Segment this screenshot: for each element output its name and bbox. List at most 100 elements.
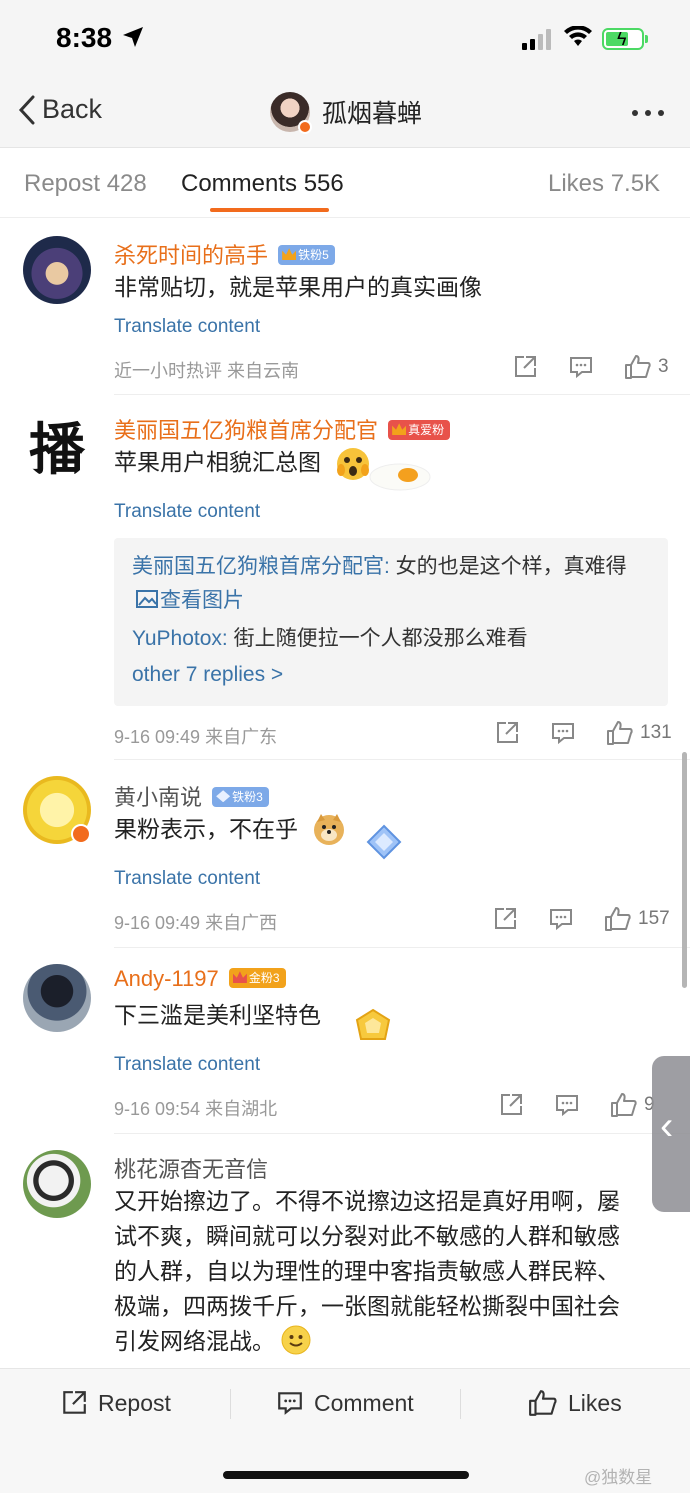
share-icon[interactable] <box>494 720 520 746</box>
comment-text: 又开始擦边了。不得不说擦边这招是真好用啊，屡 试不爽，瞬间就可以分裂对此不敏感的… <box>114 1184 670 1359</box>
repost-icon <box>63 1391 86 1414</box>
comment-username[interactable]: 杀死时间的高手 铁粉5 <box>114 238 335 270</box>
like-count: 157 <box>638 908 670 929</box>
nav-title[interactable]: 孤烟暮蝉 <box>270 92 422 134</box>
divider <box>230 1389 231 1419</box>
reply-text: 街上随便拉一个人都没那么难看 <box>233 627 528 650</box>
location-arrow-icon <box>123 27 143 47</box>
comment-text-line: 的人群，自以为理性的理中客指责敏感人群民粹、 <box>114 1258 620 1284</box>
comment-meta: 9-16 09:54 来自湖北 <box>114 1099 278 1119</box>
avatar <box>270 92 312 134</box>
avatar[interactable] <box>23 776 91 844</box>
repost-button[interactable]: Repost <box>60 1389 171 1417</box>
watermark: @独数星 <box>584 1468 653 1487</box>
cellular-signal-icon <box>522 28 551 50</box>
avatar[interactable] <box>23 1150 91 1218</box>
likes-button[interactable]: Likes <box>528 1389 622 1417</box>
comment-icon[interactable] <box>550 720 576 746</box>
chevron-left-icon: ‹ <box>660 1104 674 1148</box>
more-icon[interactable] <box>632 110 664 116</box>
divider <box>460 1389 461 1419</box>
tab-comments[interactable]: Comments 556 <box>181 170 344 198</box>
share-icon[interactable] <box>512 354 538 380</box>
translate-link[interactable]: Translate content <box>114 868 260 890</box>
like-button[interactable]: 3 <box>624 354 669 380</box>
comment-username[interactable]: Andy-1197 金粉3 <box>114 966 286 992</box>
comment-actions: 9 <box>498 1092 655 1118</box>
like-button[interactable]: 131 <box>606 720 672 746</box>
diamond-sticker-icon <box>366 824 402 860</box>
gold-medal-sticker-icon <box>355 1008 391 1040</box>
tab-repost[interactable]: Repost 428 <box>24 170 147 198</box>
crown-icon <box>392 423 407 436</box>
fan-badge: 金粉3 <box>228 968 286 989</box>
reply-username[interactable]: YuPhotox <box>132 627 222 650</box>
username-text: 黄小南说 <box>114 785 203 810</box>
scroll-indicator[interactable] <box>682 752 687 988</box>
avatar-character: 播 <box>29 416 85 480</box>
translate-link[interactable]: Translate content <box>114 1054 260 1076</box>
fan-badge-label: 真爱粉 <box>408 423 445 438</box>
avatar[interactable] <box>23 964 91 1032</box>
status-time: 8:38 <box>56 22 113 53</box>
comment-label: Comment <box>314 1389 414 1416</box>
thumbs-up-icon <box>607 721 633 745</box>
comment-icon[interactable] <box>568 354 594 380</box>
active-tab-indicator <box>210 208 329 212</box>
translate-link[interactable]: Translate content <box>114 316 260 338</box>
more-replies-link[interactable]: other 7 replies > <box>132 663 283 687</box>
fan-badge: 真爱粉 <box>388 420 451 441</box>
comment-item: 黄小南说 铁粉3 果粉表示，不在乎 Translate content 9-16… <box>0 762 690 948</box>
like-count: 3 <box>658 356 669 377</box>
avatar[interactable]: 播 <box>23 411 91 479</box>
comment-actions: 131 <box>494 720 672 746</box>
comment-item: 桃花源杳无音信 又开始擦边了。不得不说擦边这招是真好用啊，屡 试不爽，瞬间就可以… <box>0 1134 690 1368</box>
thumbs-up-icon <box>625 355 651 379</box>
thumbs-up-icon <box>529 1390 557 1416</box>
battery-icon: ϟ <box>602 28 644 50</box>
home-indicator[interactable] <box>223 1471 469 1479</box>
share-icon[interactable] <box>498 1092 524 1118</box>
reply-text: 女的也是这个样，真难得 <box>395 555 627 578</box>
comment-text-line: 引发网络混战。 <box>114 1324 670 1359</box>
reply-preview-box[interactable]: 美丽国五亿狗粮首席分配官: 女的也是这个样，真难得 查看图片 YuPhotox:… <box>114 538 668 706</box>
comment-actions: 3 <box>512 354 669 380</box>
avatar[interactable] <box>23 236 91 304</box>
comment-icon[interactable] <box>548 906 574 932</box>
doge-emoji-icon <box>314 814 344 845</box>
smile-emoji-icon <box>281 1325 311 1355</box>
comment-meta: 9-16 09:49 来自广西 <box>114 913 278 933</box>
share-icon[interactable] <box>492 906 518 932</box>
fan-badge-label: 铁粉5 <box>298 248 329 263</box>
side-panel-handle[interactable]: ‹ <box>652 1056 690 1212</box>
reply-item: YuPhotox: 街上随便拉一个人都没那么难看 <box>132 627 528 650</box>
fan-badge-label: 铁粉3 <box>232 790 263 805</box>
view-image-link[interactable]: 查看图片 <box>132 589 244 612</box>
likes-label: Likes <box>568 1389 622 1416</box>
comment-username[interactable]: 桃花源杳无音信 <box>114 1152 268 1184</box>
like-button[interactable]: 157 <box>604 906 670 932</box>
crown-icon <box>282 248 297 261</box>
fan-badge: 铁粉3 <box>212 787 269 808</box>
reply-username[interactable]: 美丽国五亿狗粮首席分配官 <box>132 555 384 578</box>
fan-badge-label: 金粉3 <box>248 971 280 986</box>
comment-item: 杀死时间的高手 铁粉5 非常贴切，就是苹果用户的真实画像 Translate c… <box>0 220 690 395</box>
tab-likes[interactable]: Likes 7.5K <box>548 170 660 198</box>
view-image-label: 查看图片 <box>160 589 244 612</box>
back-button[interactable]: Back <box>18 94 102 125</box>
image-icon <box>136 590 158 608</box>
reply-item: 美丽国五亿狗粮首席分配官: 女的也是这个样，真难得 查看图片 <box>132 555 627 612</box>
comment-icon[interactable] <box>554 1092 580 1118</box>
verified-badge-icon <box>71 824 91 844</box>
username-text: Andy-1197 <box>114 966 219 991</box>
comment-text-line: 极端，四两拨千斤，一张图就能轻松撕裂中国社会 <box>114 1293 620 1319</box>
comment-username[interactable]: 黄小南说 铁粉3 <box>114 780 269 812</box>
fried-egg-sticker-icon <box>369 463 431 491</box>
like-button[interactable]: 9 <box>610 1092 655 1118</box>
comment-text-line: 试不爽，瞬间就可以分裂对此不敏感的人群和敏感 <box>114 1223 620 1249</box>
comment-text-line-content: 引发网络混战。 <box>114 1328 275 1354</box>
translate-link[interactable]: Translate content <box>114 501 260 523</box>
like-count: 131 <box>640 722 672 743</box>
comment-username[interactable]: 美丽国五亿狗粮首席分配官 真爱粉 <box>114 413 451 445</box>
comment-button[interactable]: Comment <box>276 1389 414 1417</box>
